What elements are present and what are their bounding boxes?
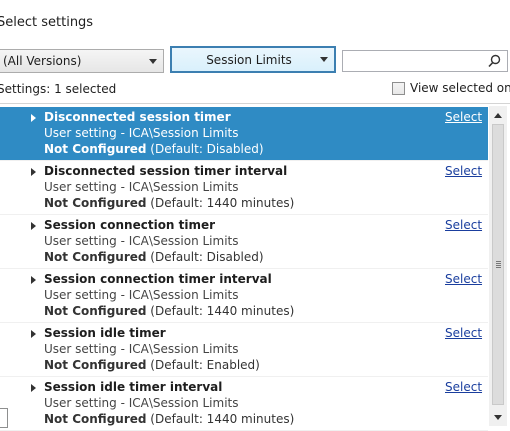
- setting-status: Not Configured: [44, 196, 147, 210]
- scroll-down-icon: [494, 414, 502, 420]
- setting-state: Not Configured (Default: Disabled): [44, 142, 264, 156]
- chevron-down-icon: [149, 58, 157, 64]
- selected-count: 1 selected: [54, 82, 117, 96]
- setting-default: (Default: Disabled): [150, 250, 264, 264]
- expand-triangle-icon[interactable]: [31, 276, 36, 284]
- select-link[interactable]: Select: [445, 326, 482, 340]
- expand-triangle-icon[interactable]: [31, 330, 36, 338]
- scroll-up-icon: [494, 112, 502, 118]
- setting-name: Session idle timer interval: [44, 380, 223, 394]
- scroll-down-button[interactable]: [489, 408, 507, 426]
- select-link[interactable]: Select: [445, 110, 482, 124]
- bottom-left-control[interactable]: [0, 408, 8, 428]
- setting-state: Not Configured (Default: Disabled): [44, 250, 264, 264]
- settings-rows: Disconnected session timer User setting -…: [0, 107, 488, 431]
- select-link[interactable]: Select: [445, 272, 482, 286]
- setting-state: Not Configured (Default: 1440 minutes): [44, 304, 294, 318]
- select-link[interactable]: Select: [445, 218, 482, 232]
- view-selected-only-checkbox[interactable]: [392, 81, 405, 95]
- list-item[interactable]: Session idle timer interval User setting …: [0, 377, 488, 431]
- setting-scope: User setting - ICA\Session Limits: [44, 288, 239, 302]
- grip-icon: [495, 261, 501, 268]
- scroll-up-button[interactable]: [489, 106, 507, 124]
- setting-default: (Default: 1440 minutes): [150, 304, 295, 318]
- setting-scope: User setting - ICA\Session Limits: [44, 234, 239, 248]
- select-link[interactable]: Select: [445, 164, 482, 178]
- expand-triangle-icon[interactable]: [31, 222, 36, 230]
- list-item[interactable]: Session connection timer interval User se…: [0, 269, 488, 323]
- settings-label: Settings:: [0, 82, 51, 96]
- setting-state: Not Configured (Default: Enabled): [44, 358, 260, 372]
- expand-triangle-icon[interactable]: [31, 168, 36, 176]
- version-dropdown-value: (All Versions): [3, 54, 82, 68]
- scrollbar-thumb[interactable]: [492, 124, 504, 405]
- settings-list: Disconnected session timer User setting -…: [0, 103, 510, 431]
- setting-status: Not Configured: [44, 142, 147, 156]
- settings-summary: Settings: 1 selected: [0, 82, 116, 96]
- select-link[interactable]: Select: [445, 380, 482, 394]
- view-selected-only-toggle[interactable]: View selected only: [392, 81, 510, 95]
- setting-default: (Default: 1440 minutes): [150, 196, 295, 210]
- view-selected-only-label: View selected only: [410, 81, 510, 95]
- setting-name: Session connection timer interval: [44, 272, 272, 286]
- expand-triangle-icon[interactable]: [31, 114, 36, 122]
- category-dropdown[interactable]: Session Limits: [170, 46, 336, 73]
- setting-status: Not Configured: [44, 358, 147, 372]
- vertical-scrollbar[interactable]: [489, 106, 507, 426]
- setting-scope: User setting - ICA\Session Limits: [44, 180, 239, 194]
- setting-scope: User setting - ICA\Session Limits: [44, 126, 239, 140]
- setting-name: Disconnected session timer: [44, 110, 231, 124]
- setting-state: Not Configured (Default: 1440 minutes): [44, 412, 294, 426]
- setting-scope: User setting - ICA\Session Limits: [44, 396, 239, 410]
- setting-status: Not Configured: [44, 250, 147, 264]
- category-dropdown-value: Session Limits: [206, 52, 292, 67]
- list-item[interactable]: Disconnected session timer interval User …: [0, 161, 488, 215]
- list-item[interactable]: Session connection timer User setting - I…: [0, 215, 488, 269]
- list-item[interactable]: Disconnected session timer User setting -…: [0, 107, 488, 161]
- search-icon[interactable]: [488, 54, 501, 68]
- chevron-down-icon: [320, 57, 328, 62]
- setting-name: Session connection timer: [44, 218, 216, 232]
- setting-default: (Default: Enabled): [150, 358, 260, 372]
- dialog-title: Select settings: [0, 15, 94, 30]
- version-dropdown[interactable]: (All Versions): [0, 49, 164, 73]
- list-item[interactable]: Session idle timer User setting - ICA\Ses…: [0, 323, 488, 377]
- setting-default: (Default: Disabled): [150, 142, 264, 156]
- setting-state: Not Configured (Default: 1440 minutes): [44, 196, 294, 210]
- setting-default: (Default: 1440 minutes): [150, 412, 295, 426]
- setting-status: Not Configured: [44, 412, 147, 426]
- search-input[interactable]: [342, 50, 508, 72]
- expand-triangle-icon[interactable]: [31, 384, 36, 392]
- setting-name: Disconnected session timer interval: [44, 164, 288, 178]
- setting-scope: User setting - ICA\Session Limits: [44, 342, 239, 356]
- setting-name: Session idle timer: [44, 326, 166, 340]
- setting-status: Not Configured: [44, 304, 147, 318]
